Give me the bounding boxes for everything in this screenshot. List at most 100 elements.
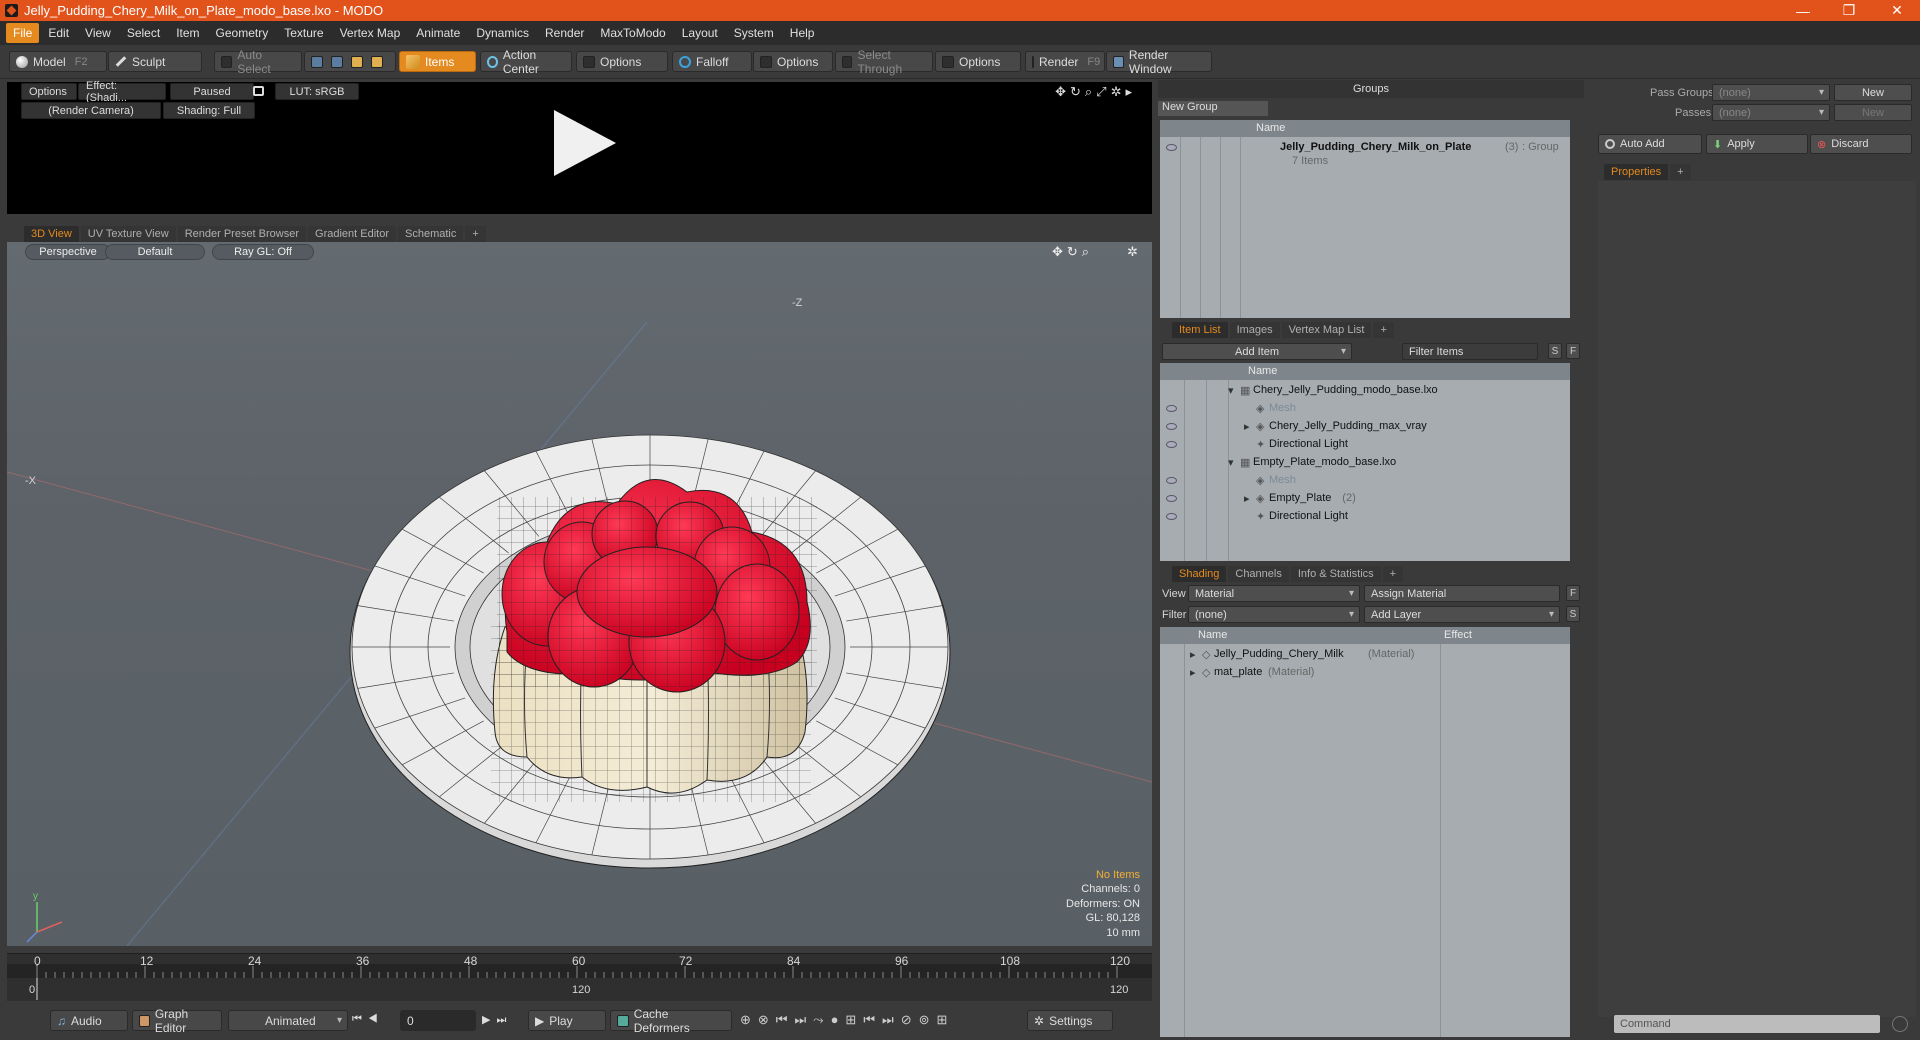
menu-geometry[interactable]: Geometry [209, 23, 276, 43]
preview-lut-dropdown[interactable]: LUT: sRGB [275, 83, 359, 100]
audio-button[interactable]: ♫ Audio [50, 1010, 128, 1031]
material-row[interactable]: ▸ ◇ Jelly_Pudding_Chery_Milk (Material) [1160, 645, 1570, 663]
keyframe-tool-icons[interactable]: ⊕⊗⏮⏭⤳●⊞⏮⏭⊘⊚⊞ [740, 1012, 954, 1028]
viewport-nav-icons[interactable]: ✥↻⌕ [1052, 244, 1093, 260]
tab-3d-view[interactable]: 3D View [24, 226, 79, 242]
close-button[interactable]: ✕ [1874, 0, 1920, 21]
tab-schematic[interactable]: Schematic [398, 226, 464, 242]
filter-s-button[interactable]: S [1548, 343, 1562, 359]
menu-select[interactable]: Select [120, 23, 167, 43]
shading-f-button[interactable]: F [1566, 585, 1580, 601]
shading-s-button[interactable]: S [1566, 606, 1580, 622]
preview-camera-dropdown[interactable]: (Render Camera) [21, 102, 161, 119]
add-tab-button[interactable]: + [465, 226, 486, 242]
preview-effect-dropdown[interactable]: Effect: (Shadi... [78, 80, 166, 104]
tab-item-list[interactable]: Item List [1172, 322, 1228, 338]
menu-system[interactable]: System [727, 23, 781, 43]
command-input[interactable]: Command [1614, 1015, 1880, 1033]
falloff-button[interactable]: Falloff [672, 51, 752, 72]
range-mid[interactable]: 120 [572, 984, 590, 996]
visibility-eye-icon[interactable] [1166, 494, 1177, 502]
restore-button[interactable]: ❐ [1826, 0, 1872, 21]
tab-gradient-editor[interactable]: Gradient Editor [308, 226, 396, 242]
select-through-button[interactable]: Select Through [835, 48, 933, 76]
cache-deformers-button[interactable]: Cache Deformers [610, 1007, 732, 1035]
minimize-button[interactable]: — [1780, 0, 1826, 21]
raygl-toggle[interactable]: Ray GL: Off [212, 244, 314, 260]
filter-dropdown[interactable]: (none) [1188, 606, 1360, 623]
add-layer-dropdown[interactable]: Add Layer [1364, 606, 1560, 623]
auto-add-button[interactable]: Auto Add [1598, 134, 1702, 154]
render-button[interactable]: Render F9 [1025, 51, 1105, 72]
visibility-eye-icon[interactable] [1166, 512, 1177, 520]
menu-item[interactable]: Item [169, 23, 206, 43]
settings-button[interactable]: ✲ Settings [1027, 1010, 1113, 1031]
visibility-eye-icon[interactable] [1166, 422, 1177, 430]
menu-animate[interactable]: Animate [409, 23, 467, 43]
preview-view-controls[interactable]: ✥↻⌕⤢✲▸ [1055, 84, 1136, 100]
filter-items-input[interactable]: Filter Items [1402, 343, 1538, 360]
action-center-button[interactable]: Action Center [480, 48, 572, 76]
select-through-options-button[interactable]: Options [935, 51, 1021, 72]
perspective-dropdown[interactable]: Perspective [25, 244, 111, 260]
passes-dropdown[interactable]: (none) [1712, 104, 1830, 121]
add-item-dropdown[interactable]: Add Item [1162, 343, 1352, 360]
tab-uv-texture-view[interactable]: UV Texture View [80, 226, 176, 242]
expand-arrow-icon[interactable]: ▸ [1244, 492, 1250, 505]
play-button[interactable]: ▶ Play [528, 1010, 606, 1031]
menu-vertex-map[interactable]: Vertex Map [333, 23, 408, 43]
expand-arrow-icon[interactable]: ▾ [1228, 456, 1234, 469]
command-history-icon[interactable] [1892, 1016, 1908, 1032]
range-end[interactable]: 120 [1110, 984, 1128, 996]
menu-maxtomodo[interactable]: MaxToModo [593, 23, 672, 43]
auto-select-button[interactable]: Auto Select [214, 48, 302, 76]
menu-dynamics[interactable]: Dynamics [469, 23, 536, 43]
polygons-mode-icon[interactable] [351, 55, 363, 68]
3d-viewport[interactable]: -Z -X y No Items Channels: 0 Deformers: … [7, 242, 1152, 946]
tab-images[interactable]: Images [1229, 322, 1280, 338]
add-tab-button[interactable]: + [1382, 566, 1404, 582]
lock-icon[interactable] [253, 86, 264, 96]
pass-groups-dropdown[interactable]: (none) [1712, 84, 1830, 101]
tab-render-preset-browser[interactable]: Render Preset Browser [177, 226, 307, 242]
item-list-row[interactable]: ▸ ◈ Empty_Plate (2) [1160, 489, 1570, 507]
preview-shading-dropdown[interactable]: Shading: Full [163, 102, 255, 119]
new-pass-group-button[interactable]: New [1834, 84, 1912, 101]
menu-edit[interactable]: Edit [41, 23, 76, 43]
expand-arrow-icon[interactable]: ▾ [1228, 384, 1234, 397]
discard-button[interactable]: ⊗ Discard [1810, 134, 1912, 154]
skip-forward-buttons[interactable]: ▶⏭ [482, 1013, 512, 1027]
item-list-row[interactable]: ▾ ▦ Chery_Jelly_Pudding_modo_base.lxo [1160, 381, 1570, 399]
expand-arrow-icon[interactable]: ▸ [1244, 420, 1250, 433]
assign-material-button[interactable]: Assign Material [1364, 585, 1560, 602]
menu-file[interactable]: File [6, 23, 40, 43]
tab-vertex-map-list[interactable]: Vertex Map List [1281, 322, 1372, 338]
graph-editor-button[interactable]: Graph Editor [132, 1007, 222, 1035]
item-list-row[interactable]: ▸ ◈ Chery_Jelly_Pudding_max_vray [1160, 417, 1570, 435]
frame-input[interactable]: 0 [400, 1010, 476, 1031]
range-start[interactable]: 0 [29, 984, 35, 996]
tab-info-statistics[interactable]: Info & Statistics [1290, 566, 1381, 582]
item-list-row[interactable]: ✦ Directional Light [1160, 507, 1570, 525]
vertices-mode-icon[interactable] [311, 55, 323, 68]
visibility-eye-icon[interactable] [1166, 143, 1177, 151]
item-list-row[interactable]: ◈ Mesh [1160, 399, 1570, 417]
skip-back-buttons[interactable]: ⏮◀ [352, 1013, 384, 1026]
edges-mode-icon[interactable] [331, 55, 343, 68]
visibility-eye-icon[interactable] [1166, 440, 1177, 448]
menu-help[interactable]: Help [783, 23, 822, 43]
preview-paused-button[interactable]: Paused [170, 83, 254, 100]
play-icon[interactable] [554, 110, 616, 176]
viewport-gear-icon[interactable]: ✲ [1127, 244, 1138, 260]
tab-properties[interactable]: Properties [1604, 164, 1669, 180]
apply-button[interactable]: ⬇ Apply [1706, 134, 1808, 154]
falloff-options-button[interactable]: Options [753, 51, 833, 72]
tab-channels[interactable]: Channels [1228, 566, 1289, 582]
menu-render[interactable]: Render [538, 23, 591, 43]
menu-texture[interactable]: Texture [277, 23, 330, 43]
expand-arrow-icon[interactable]: ▸ [1190, 648, 1196, 661]
visibility-eye-icon[interactable] [1166, 476, 1177, 484]
animated-dropdown[interactable]: Animated ▾ [228, 1010, 348, 1031]
filter-f-button[interactable]: F [1566, 343, 1580, 359]
item-list-row[interactable]: ◈ Mesh [1160, 471, 1570, 489]
